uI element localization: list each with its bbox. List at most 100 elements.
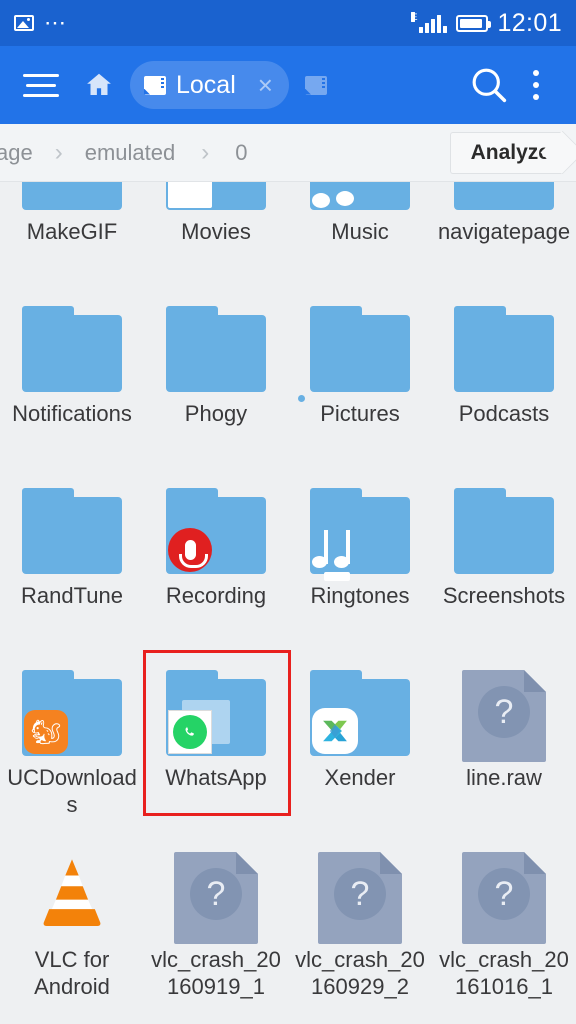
question-mark-icon: ? [478,686,530,739]
breadcrumb-item-0[interactable]: age [0,140,33,166]
folder-label: Notifications [12,401,132,426]
folder-icon [454,488,554,574]
folder-icon [22,182,122,210]
file-shape: ? [318,852,402,944]
file-shape: ? [462,852,546,944]
folder-icon [22,488,122,574]
unknown-file-icon: ? [310,852,410,944]
folder-label: Xender [324,765,396,790]
folder-label: VLC for Android [34,947,110,1000]
music-badge-icon [312,182,356,208]
folder-item[interactable]: Screenshots [432,474,576,656]
folder-label: WhatsApp [165,765,267,790]
folder-label: Recording [165,583,267,608]
file-label: vlc_crash_20160919_1 [151,947,281,1000]
sdcard-icon [144,75,166,95]
folder-shape [166,306,266,392]
folder-shape [454,182,554,210]
folder-icon [310,670,410,756]
folder-icon [454,182,554,210]
question-mark-icon: ? [478,868,530,921]
battery-icon [456,14,492,32]
whatsapp-badge-icon [168,710,212,754]
tab-local[interactable]: Local × [130,61,289,109]
folder-label: RandTune [21,583,123,608]
status-bar: ⋯ E 12:01 [0,0,576,46]
folder-item[interactable]: 🐿 UCDownloads [0,656,144,838]
breadcrumb-item-1[interactable]: emulated [85,140,176,166]
file-shape: ? [462,670,546,762]
folder-shape [454,488,554,574]
folder-icon [166,306,266,392]
file-item[interactable]: ? [0,1020,144,1024]
folder-item[interactable]: MakeGIF [0,182,144,292]
image-icon [14,15,34,31]
tab-local-label: Local [176,70,236,99]
clock: 12:01 [497,8,562,37]
home-icon[interactable] [80,64,118,106]
file-shape: ? [174,852,258,944]
vlc-cone-icon [29,854,115,945]
folder-icon [454,306,554,392]
folder-shape [454,306,554,392]
search-icon[interactable] [466,62,512,108]
folder-item[interactable]: RandTune [0,474,144,656]
question-mark-icon: ? [334,868,386,921]
folder-item[interactable]: Movies [144,182,288,292]
file-manager-screen: ⋯ E 12:01 Local × age › emulated › 0 Ana… [0,0,576,1024]
file-item[interactable]: ? [144,1020,288,1024]
unknown-file-icon: ? [454,852,554,944]
folder-icon [310,182,410,210]
file-label: line.raw [466,765,542,790]
file-grid-viewport[interactable]: MakeGIF Movies Music navigatepage Notificati… [0,182,576,1024]
analyze-button-label: Analyze [470,140,550,164]
close-icon[interactable]: × [246,70,273,101]
file-label: vlc_crash_20161016_1 [439,947,569,1000]
xender-badge-icon [312,708,358,754]
folder-icon [166,182,266,210]
file-item[interactable]: ? [288,1020,432,1024]
vlc-app-icon [22,852,122,938]
folder-label: Phogy [184,401,248,426]
file-item[interactable]: ? vlc_crash_20161016_1 [432,838,576,1020]
unknown-file-icon: ? [454,670,554,762]
folder-item[interactable]: WhatsApp [144,656,288,838]
folder-item[interactable]: VLC for Android [0,838,144,1020]
file-item[interactable]: ? vlc_crash_20160919_1 [144,838,288,1020]
file-item[interactable]: ? line.raw [432,656,576,838]
sdcard-icon-secondary[interactable] [304,75,327,95]
folder-label: MakeGIF [26,219,118,244]
chevron-right-icon: › [54,138,63,166]
folder-icon [166,670,266,756]
folder-item[interactable]: Phogy [144,292,288,474]
analyze-button[interactable]: Analyze [449,131,562,174]
network-type-label: E [411,12,418,22]
unknown-file-icon: ? [166,852,266,944]
folder-shape [22,182,122,210]
folder-label: Pictures [320,401,400,426]
breadcrumb-item-2[interactable]: 0 [235,140,247,166]
folder-item[interactable]: navigatepage [432,182,576,292]
file-item[interactable]: ? [432,1020,576,1024]
folder-item[interactable]: Music [288,182,432,292]
folder-item[interactable]: Xender [288,656,432,838]
folder-item[interactable]: Ringtones [288,474,432,656]
folder-item[interactable]: Pictures [288,292,432,474]
file-label: vlc_crash_20160929_2 [295,947,425,1000]
file-item[interactable]: ? vlc_crash_20160929_2 [288,838,432,1020]
folder-item[interactable]: Podcasts [432,292,576,474]
uc-browser-badge-icon: 🐿 [24,710,68,754]
microphone-badge-icon [168,528,212,572]
folder-icon: 🐿 [22,670,122,756]
folder-label: Screenshots [442,583,566,608]
folder-shape [22,488,122,574]
folder-label: UCDownloads [7,765,137,818]
folder-item[interactable]: Notifications [0,292,144,474]
folder-item[interactable]: Recording [144,474,288,656]
video-badge-icon [168,182,212,208]
hamburger-menu-icon[interactable] [20,64,62,106]
folder-label: Music [331,219,389,244]
more-dots-icon: ⋯ [44,10,67,35]
folder-shape [22,306,122,392]
overflow-menu-icon[interactable] [516,62,556,108]
